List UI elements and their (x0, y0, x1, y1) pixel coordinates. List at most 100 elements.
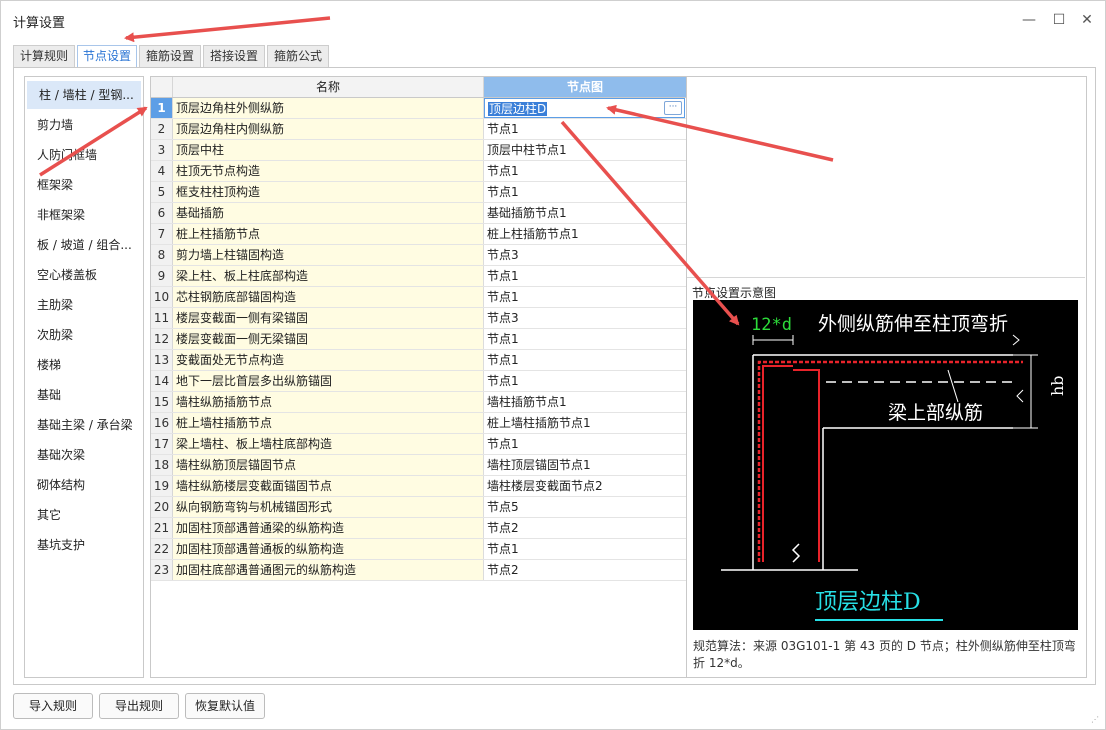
row-number[interactable]: 12 (151, 329, 173, 349)
tab-calc-rules[interactable]: 计算规则 (13, 45, 75, 67)
row-number[interactable]: 1 (151, 98, 173, 118)
ellipsis-icon[interactable]: ··· (664, 101, 682, 115)
table-row[interactable]: 17 梁上墙柱、板上墙柱底部构造 节点1 (151, 434, 686, 455)
close-icon[interactable]: ✕ (1077, 10, 1097, 30)
row-node-cell[interactable]: 节点1 (484, 266, 686, 286)
sidebar-item-column[interactable]: 柱 / 墙柱 / 型钢... (27, 81, 141, 109)
row-name-cell[interactable]: 柱顶无节点构造 (173, 161, 484, 181)
row-number[interactable]: 14 (151, 371, 173, 391)
resize-grip-icon[interactable]: ⋰ (1091, 715, 1101, 725)
row-node-cell[interactable]: 节点2 (484, 518, 686, 538)
row-number[interactable]: 22 (151, 539, 173, 559)
row-name-cell[interactable]: 墙柱纵筋插筋节点 (173, 392, 484, 412)
table-row[interactable]: 16 桩上墙柱插筋节点 桩上墙柱插筋节点1 (151, 413, 686, 434)
row-node-cell[interactable]: 节点1 (484, 539, 686, 559)
row-node-cell[interactable]: 基础插筋节点1 (484, 203, 686, 223)
table-row[interactable]: 19 墙柱纵筋楼层变截面锚固节点 墙柱楼层变截面节点2 (151, 476, 686, 497)
row-number[interactable]: 3 (151, 140, 173, 160)
table-row[interactable]: 12 楼层变截面一侧无梁锚固 节点1 (151, 329, 686, 350)
sidebar-item-frame-beam[interactable]: 框架梁 (25, 171, 143, 199)
minimize-icon[interactable]: — (1019, 10, 1039, 30)
row-number[interactable]: 13 (151, 350, 173, 370)
sidebar-item-main-rib-beam[interactable]: 主肋梁 (25, 291, 143, 319)
table-row[interactable]: 1 顶层边角柱外侧纵筋 顶层边柱D ··· (151, 98, 686, 119)
row-number[interactable]: 11 (151, 308, 173, 328)
row-node-cell[interactable]: 节点3 (484, 245, 686, 265)
tab-stirrup-formula[interactable]: 箍筋公式 (267, 45, 329, 67)
table-row[interactable]: 10 芯柱钢筋底部锚固构造 节点1 (151, 287, 686, 308)
row-name-cell[interactable]: 顶层边角柱外侧纵筋 (173, 98, 484, 118)
sidebar-item-foundation-main-beam[interactable]: 基础主梁 / 承台梁 (25, 411, 143, 439)
row-number[interactable]: 8 (151, 245, 173, 265)
row-name-cell[interactable]: 框支柱柱顶构造 (173, 182, 484, 202)
table-row[interactable]: 18 墙柱纵筋顶层锚固节点 墙柱顶层锚固节点1 (151, 455, 686, 476)
row-number[interactable]: 23 (151, 560, 173, 580)
row-name-cell[interactable]: 芯柱钢筋底部锚固构造 (173, 287, 484, 307)
row-node-cell[interactable]: 节点1 (484, 182, 686, 202)
row-number[interactable]: 21 (151, 518, 173, 538)
row-number[interactable]: 4 (151, 161, 173, 181)
sidebar-item-civil-defense-door[interactable]: 人防门框墙 (25, 141, 143, 169)
sidebar-item-hollow-slab[interactable]: 空心楼盖板 (25, 261, 143, 289)
sidebar-item-masonry[interactable]: 砌体结构 (25, 471, 143, 499)
table-row[interactable]: 9 梁上柱、板上柱底部构造 节点1 (151, 266, 686, 287)
grid-header-name[interactable]: 名称 (173, 77, 484, 97)
row-node-cell[interactable]: 墙柱顶层锚固节点1 (484, 455, 686, 475)
row-number[interactable]: 15 (151, 392, 173, 412)
row-number[interactable]: 6 (151, 203, 173, 223)
row-number[interactable]: 5 (151, 182, 173, 202)
sidebar-item-non-frame-beam[interactable]: 非框架梁 (25, 201, 143, 229)
row-name-cell[interactable]: 加固柱顶部遇普通板的纵筋构造 (173, 539, 484, 559)
row-node-cell[interactable]: 节点1 (484, 371, 686, 391)
row-node-cell[interactable]: 节点1 (484, 287, 686, 307)
row-name-cell[interactable]: 墙柱纵筋顶层锚固节点 (173, 455, 484, 475)
row-name-cell[interactable]: 梁上墙柱、板上墙柱底部构造 (173, 434, 484, 454)
table-row[interactable]: 7 桩上柱插筋节点 桩上柱插筋节点1 (151, 224, 686, 245)
tab-node-settings[interactable]: 节点设置 (77, 45, 137, 68)
node-edit-input[interactable]: 顶层边柱D (488, 102, 548, 116)
row-number[interactable]: 17 (151, 434, 173, 454)
table-row[interactable]: 5 框支柱柱顶构造 节点1 (151, 182, 686, 203)
row-node-cell[interactable]: 桩上柱插筋节点1 (484, 224, 686, 244)
row-number[interactable]: 20 (151, 497, 173, 517)
row-node-cell[interactable]: 顶层中柱节点1 (484, 140, 686, 160)
table-row[interactable]: 4 柱顶无节点构造 节点1 (151, 161, 686, 182)
sidebar-item-stair[interactable]: 楼梯 (25, 351, 143, 379)
row-name-cell[interactable]: 桩上柱插筋节点 (173, 224, 484, 244)
row-name-cell[interactable]: 加固柱顶部遇普通梁的纵筋构造 (173, 518, 484, 538)
table-row[interactable]: 22 加固柱顶部遇普通板的纵筋构造 节点1 (151, 539, 686, 560)
table-row[interactable]: 8 剪力墙上柱锚固构造 节点3 (151, 245, 686, 266)
row-node-cell[interactable]: 墙柱插筋节点1 (484, 392, 686, 412)
row-node-cell[interactable]: 节点3 (484, 308, 686, 328)
row-name-cell[interactable]: 顶层中柱 (173, 140, 484, 160)
row-number[interactable]: 18 (151, 455, 173, 475)
row-name-cell[interactable]: 楼层变截面一侧有梁锚固 (173, 308, 484, 328)
row-name-cell[interactable]: 剪力墙上柱锚固构造 (173, 245, 484, 265)
row-name-cell[interactable]: 变截面处无节点构造 (173, 350, 484, 370)
sidebar-item-secondary-rib-beam[interactable]: 次肋梁 (25, 321, 143, 349)
table-row[interactable]: 23 加固柱底部遇普通图元的纵筋构造 节点2 (151, 560, 686, 581)
table-row[interactable]: 11 楼层变截面一侧有梁锚固 节点3 (151, 308, 686, 329)
row-node-cell[interactable]: 墙柱楼层变截面节点2 (484, 476, 686, 496)
sidebar-item-shear-wall[interactable]: 剪力墙 (25, 111, 143, 139)
sidebar-item-slab[interactable]: 板 / 坡道 / 组合... (25, 231, 143, 259)
table-row[interactable]: 2 顶层边角柱内侧纵筋 节点1 (151, 119, 686, 140)
export-rules-button[interactable]: 导出规则 (99, 693, 179, 719)
row-node-cell[interactable]: 节点1 (484, 161, 686, 181)
row-name-cell[interactable]: 楼层变截面一侧无梁锚固 (173, 329, 484, 349)
row-number[interactable]: 2 (151, 119, 173, 139)
row-number[interactable]: 10 (151, 287, 173, 307)
restore-defaults-button[interactable]: 恢复默认值 (185, 693, 265, 719)
table-row[interactable]: 6 基础插筋 基础插筋节点1 (151, 203, 686, 224)
row-node-cell[interactable]: 节点1 (484, 434, 686, 454)
table-row[interactable]: 20 纵向钢筋弯钩与机械锚固形式 节点5 (151, 497, 686, 518)
sidebar-item-pit-support[interactable]: 基坑支护 (25, 531, 143, 559)
row-node-cell[interactable]: 节点1 (484, 119, 686, 139)
row-name-cell[interactable]: 墙柱纵筋楼层变截面锚固节点 (173, 476, 484, 496)
row-name-cell[interactable]: 基础插筋 (173, 203, 484, 223)
row-node-cell[interactable]: 节点2 (484, 560, 686, 580)
row-number[interactable]: 16 (151, 413, 173, 433)
table-row[interactable]: 21 加固柱顶部遇普通梁的纵筋构造 节点2 (151, 518, 686, 539)
row-name-cell[interactable]: 顶层边角柱内侧纵筋 (173, 119, 484, 139)
row-name-cell[interactable]: 加固柱底部遇普通图元的纵筋构造 (173, 560, 484, 580)
